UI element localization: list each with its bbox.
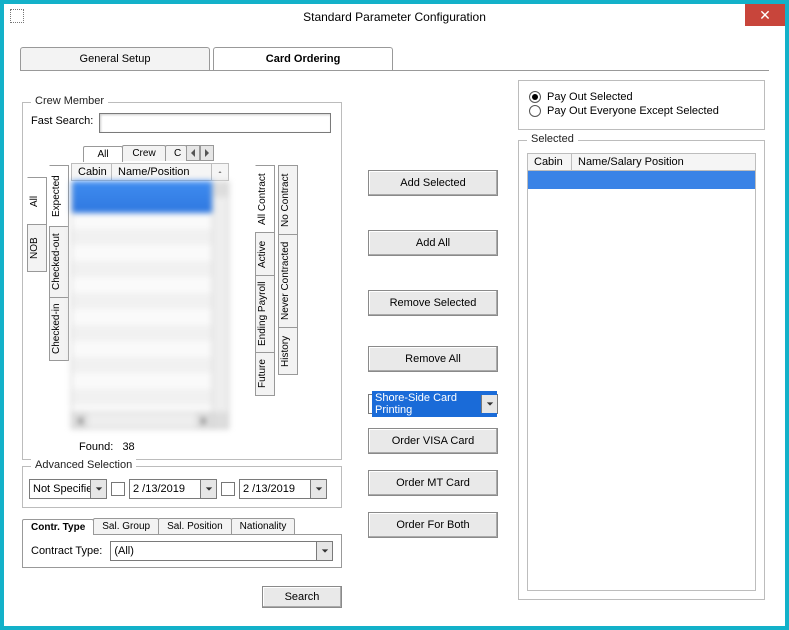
contract-type-label: Contract Type: bbox=[31, 545, 102, 557]
selected-row[interactable] bbox=[528, 171, 755, 189]
contract-type-value: (All) bbox=[114, 545, 134, 557]
remove-selected-button[interactable]: Remove Selected bbox=[368, 290, 498, 316]
add-all-button[interactable]: Add All bbox=[368, 230, 498, 256]
rtab-no-contract[interactable]: No Contract bbox=[278, 165, 298, 235]
selected-col-namepos[interactable]: Name/Salary Position bbox=[572, 154, 755, 170]
chevron-down-icon bbox=[316, 542, 332, 560]
crew-list-scroll-up[interactable] bbox=[212, 164, 228, 180]
rtab-future[interactable]: Future bbox=[255, 352, 275, 396]
adv-not-specified-value: Not Specifiec bbox=[33, 483, 98, 495]
cat-tab-crew[interactable]: Crew bbox=[122, 145, 166, 161]
card-printing-combo[interactable]: Shore-Side Card Printing bbox=[368, 394, 498, 414]
found-value: 38 bbox=[122, 441, 134, 453]
adv-date1-picker[interactable]: 2 /13/2019 bbox=[129, 479, 217, 499]
adv-not-specified-combo[interactable]: Not Specifiec bbox=[29, 479, 107, 499]
client-area: General Setup Card Ordering Pay Out Sele… bbox=[8, 34, 781, 622]
cat-tab-nav-left[interactable] bbox=[186, 145, 200, 161]
card-printing-value: Shore-Side Card Printing bbox=[372, 391, 497, 417]
status-tab-checked-out[interactable]: Checked-out bbox=[49, 226, 69, 298]
rtab-ending-payroll[interactable]: Ending Payroll bbox=[255, 275, 275, 353]
filter-tab-contr-type[interactable]: Contr. Type bbox=[22, 519, 94, 535]
status-tab-expected[interactable]: Expected bbox=[49, 165, 69, 227]
status-tab-checked-in[interactable]: Checked-in bbox=[49, 297, 69, 361]
left-tab-all[interactable]: All bbox=[27, 177, 47, 225]
filter-tab-nationality[interactable]: Nationality bbox=[231, 518, 296, 534]
app-icon bbox=[10, 9, 24, 23]
main-tabstrip: General Setup Card Ordering bbox=[20, 46, 769, 70]
filter-tabstrip: Contr. Type Sal. Group Sal. Position Nat… bbox=[22, 518, 342, 534]
close-icon: ✕ bbox=[759, 7, 771, 24]
fast-search-label: Fast Search: bbox=[31, 115, 93, 127]
advanced-selection-group: Advanced Selection Not Specifiec 2 /13/2… bbox=[22, 466, 342, 508]
contract-type-combo[interactable]: (All) bbox=[110, 541, 333, 561]
tab-underline bbox=[20, 70, 769, 71]
order-visa-button[interactable]: Order VISA Card bbox=[368, 428, 498, 454]
crew-list-hscroll[interactable] bbox=[72, 412, 212, 428]
close-button[interactable]: ✕ bbox=[745, 4, 785, 26]
radio-dot-icon bbox=[529, 105, 541, 117]
adv-date2-value: 2 /13/2019 bbox=[243, 483, 295, 495]
adv-date2-check[interactable] bbox=[221, 482, 235, 496]
rtab-never-contracted[interactable]: Never Contracted bbox=[278, 234, 298, 328]
app-window: Standard Parameter Configuration ✕ Gener… bbox=[0, 0, 789, 630]
crew-list-vscroll[interactable] bbox=[212, 181, 228, 428]
adv-date1-check[interactable] bbox=[111, 482, 125, 496]
chevron-down-icon bbox=[200, 480, 216, 498]
radio-payout-except-label: Pay Out Everyone Except Selected bbox=[547, 105, 719, 117]
window-title: Standard Parameter Configuration bbox=[303, 10, 486, 24]
actions-column: Add Selected Add All Remove Selected Rem… bbox=[368, 170, 508, 538]
payout-group: Pay Out Selected Pay Out Everyone Except… bbox=[518, 80, 765, 130]
order-both-button[interactable]: Order For Both bbox=[368, 512, 498, 538]
cat-tab-all[interactable]: All bbox=[83, 146, 123, 162]
radio-payout-selected[interactable]: Pay Out Selected bbox=[529, 91, 754, 103]
fast-search-input[interactable] bbox=[99, 113, 331, 133]
radio-dot-icon bbox=[529, 91, 541, 103]
chevron-down-icon bbox=[481, 395, 497, 413]
crew-list-header: Cabin Name/Position bbox=[71, 163, 229, 181]
selected-list[interactable] bbox=[527, 171, 756, 591]
radio-payout-except[interactable]: Pay Out Everyone Except Selected bbox=[529, 105, 754, 117]
left-tab-nob[interactable]: NOB bbox=[27, 224, 47, 272]
crew-col-namepos[interactable]: Name/Position bbox=[112, 164, 212, 180]
crew-list[interactable] bbox=[71, 181, 229, 429]
rtab-history[interactable]: History bbox=[278, 327, 298, 375]
order-mt-button[interactable]: Order MT Card bbox=[368, 470, 498, 496]
cat-tab-c[interactable]: C bbox=[165, 145, 187, 161]
adv-date2-picker[interactable]: 2 /13/2019 bbox=[239, 479, 327, 499]
chevron-down-icon bbox=[90, 480, 106, 498]
filter-tab-sal-position[interactable]: Sal. Position bbox=[158, 518, 232, 534]
selected-group: Selected Cabin Name/Salary Position bbox=[518, 140, 765, 600]
tab-card-ordering[interactable]: Card Ordering bbox=[213, 47, 393, 71]
rtab-active[interactable]: Active bbox=[255, 232, 275, 276]
selected-col-cabin[interactable]: Cabin bbox=[528, 154, 572, 170]
chevron-down-icon bbox=[310, 480, 326, 498]
adv-date1-value: 2 /13/2019 bbox=[133, 483, 185, 495]
crew-col-cabin[interactable]: Cabin bbox=[72, 164, 112, 180]
card-ordering-panel: Pay Out Selected Pay Out Everyone Except… bbox=[20, 72, 769, 614]
advanced-selection-title: Advanced Selection bbox=[31, 459, 136, 471]
add-selected-button[interactable]: Add Selected bbox=[368, 170, 498, 196]
tab-general-setup[interactable]: General Setup bbox=[20, 47, 210, 71]
titlebar: Standard Parameter Configuration ✕ bbox=[4, 4, 785, 30]
crew-member-group: Crew Member Fast Search: All Crew C All … bbox=[22, 102, 342, 460]
filter-tab-panel: Contract Type: (All) bbox=[22, 534, 342, 568]
filter-tab-sal-group[interactable]: Sal. Group bbox=[93, 518, 159, 534]
search-button[interactable]: Search bbox=[262, 586, 342, 608]
cat-tab-nav-right[interactable] bbox=[200, 145, 214, 161]
selected-group-title: Selected bbox=[527, 133, 578, 145]
found-label: Found: bbox=[79, 441, 113, 453]
radio-payout-selected-label: Pay Out Selected bbox=[547, 91, 633, 103]
rtab-all-contract[interactable]: All Contract bbox=[255, 165, 275, 233]
remove-all-button[interactable]: Remove All bbox=[368, 346, 498, 372]
selected-list-header: Cabin Name/Salary Position bbox=[527, 153, 756, 171]
crew-member-title: Crew Member bbox=[31, 95, 108, 107]
